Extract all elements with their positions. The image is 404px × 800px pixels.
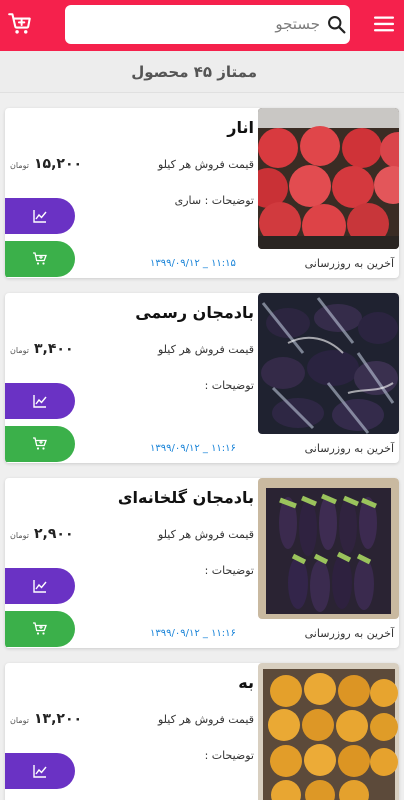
product-image-quinces [258, 663, 399, 800]
add-cart-icon [33, 437, 47, 450]
update-date: ۱۳۹۹/۰۹/۱۲ _ ۱۱:۱۶ [150, 628, 236, 639]
product-name: بادمجان رسمی [135, 303, 254, 322]
add-to-cart-button[interactable] [5, 611, 75, 647]
trending-chart-icon [33, 210, 47, 223]
category-header: ممتاز ۴۵ محصول [0, 51, 404, 93]
update-date: ۱۳۹۹/۰۹/۱۲ _ ۱۱:۱۶ [150, 443, 236, 454]
product-card[interactable]: بادمجان رسمی قیمت فروش هر کیلو توضیحات :… [5, 293, 399, 463]
trending-chart-icon [33, 765, 47, 778]
product-image-eggplants-bagged [258, 293, 399, 434]
search-input[interactable]: جستجو [275, 15, 320, 33]
price-chart-button[interactable] [5, 198, 75, 234]
top-app-bar: جستجو [0, 0, 404, 51]
price-unit: تومان [10, 346, 29, 355]
last-update-label: آخرین به روزرسانی [304, 627, 394, 640]
product-description: توضیحات : [204, 564, 254, 577]
last-update-label: آخرین به روزرسانی [304, 442, 394, 455]
product-name: به [238, 673, 254, 692]
add-cart-icon [33, 252, 47, 265]
category-title: ممتاز ۴۵ محصول [131, 63, 257, 81]
product-card[interactable]: انار قیمت فروش هر کیلو توضیحات : ساری ۱۵… [5, 108, 399, 278]
product-name: بادمجان گلخانه‌ای [117, 488, 254, 507]
product-price: ۱۵,۲۰۰ [34, 156, 83, 172]
product-image-pomegranates [258, 108, 399, 249]
product-name: انار [227, 118, 254, 137]
price-unit: تومان [10, 531, 29, 540]
update-date: ۱۳۹۹/۰۹/۱۲ _ ۱۱:۱۵ [150, 258, 236, 269]
menu-icon[interactable] [374, 15, 394, 33]
product-description: توضیحات : [204, 749, 254, 762]
price-unit: تومان [10, 161, 29, 170]
price-label: قیمت فروش هر کیلو [157, 713, 254, 726]
price-chart-button[interactable] [5, 568, 75, 604]
price-label: قیمت فروش هر کیلو [157, 343, 254, 356]
product-description: توضیحات : ساری [174, 194, 254, 207]
search-box[interactable]: جستجو [65, 5, 350, 44]
product-card[interactable]: بادمجان گلخانه‌ای قیمت فروش هر کیلو توضی… [5, 478, 399, 648]
add-to-cart-button[interactable] [5, 426, 75, 462]
product-price: ۲,۹۰۰ [34, 526, 74, 542]
product-card[interactable]: به قیمت فروش هر کیلو توضیحات : ۱۳,۲۰۰ تو… [5, 663, 399, 800]
search-icon[interactable] [326, 14, 347, 35]
price-label: قیمت فروش هر کیلو [157, 158, 254, 171]
product-price: ۳,۴۰۰ [34, 341, 74, 357]
product-description: توضیحات : [204, 379, 254, 392]
price-chart-button[interactable] [5, 753, 75, 789]
trending-chart-icon [33, 395, 47, 408]
add-cart-icon [33, 622, 47, 635]
price-label: قیمت فروش هر کیلو [157, 528, 254, 541]
price-unit: تومان [10, 716, 29, 725]
last-update-label: آخرین به روزرسانی [304, 257, 394, 270]
price-chart-button[interactable] [5, 383, 75, 419]
add-to-cart-button[interactable] [5, 241, 75, 277]
product-image-eggplants-boxed [258, 478, 399, 619]
cart-icon[interactable] [7, 11, 33, 37]
trending-chart-icon [33, 580, 47, 593]
product-price: ۱۳,۲۰۰ [34, 711, 83, 727]
